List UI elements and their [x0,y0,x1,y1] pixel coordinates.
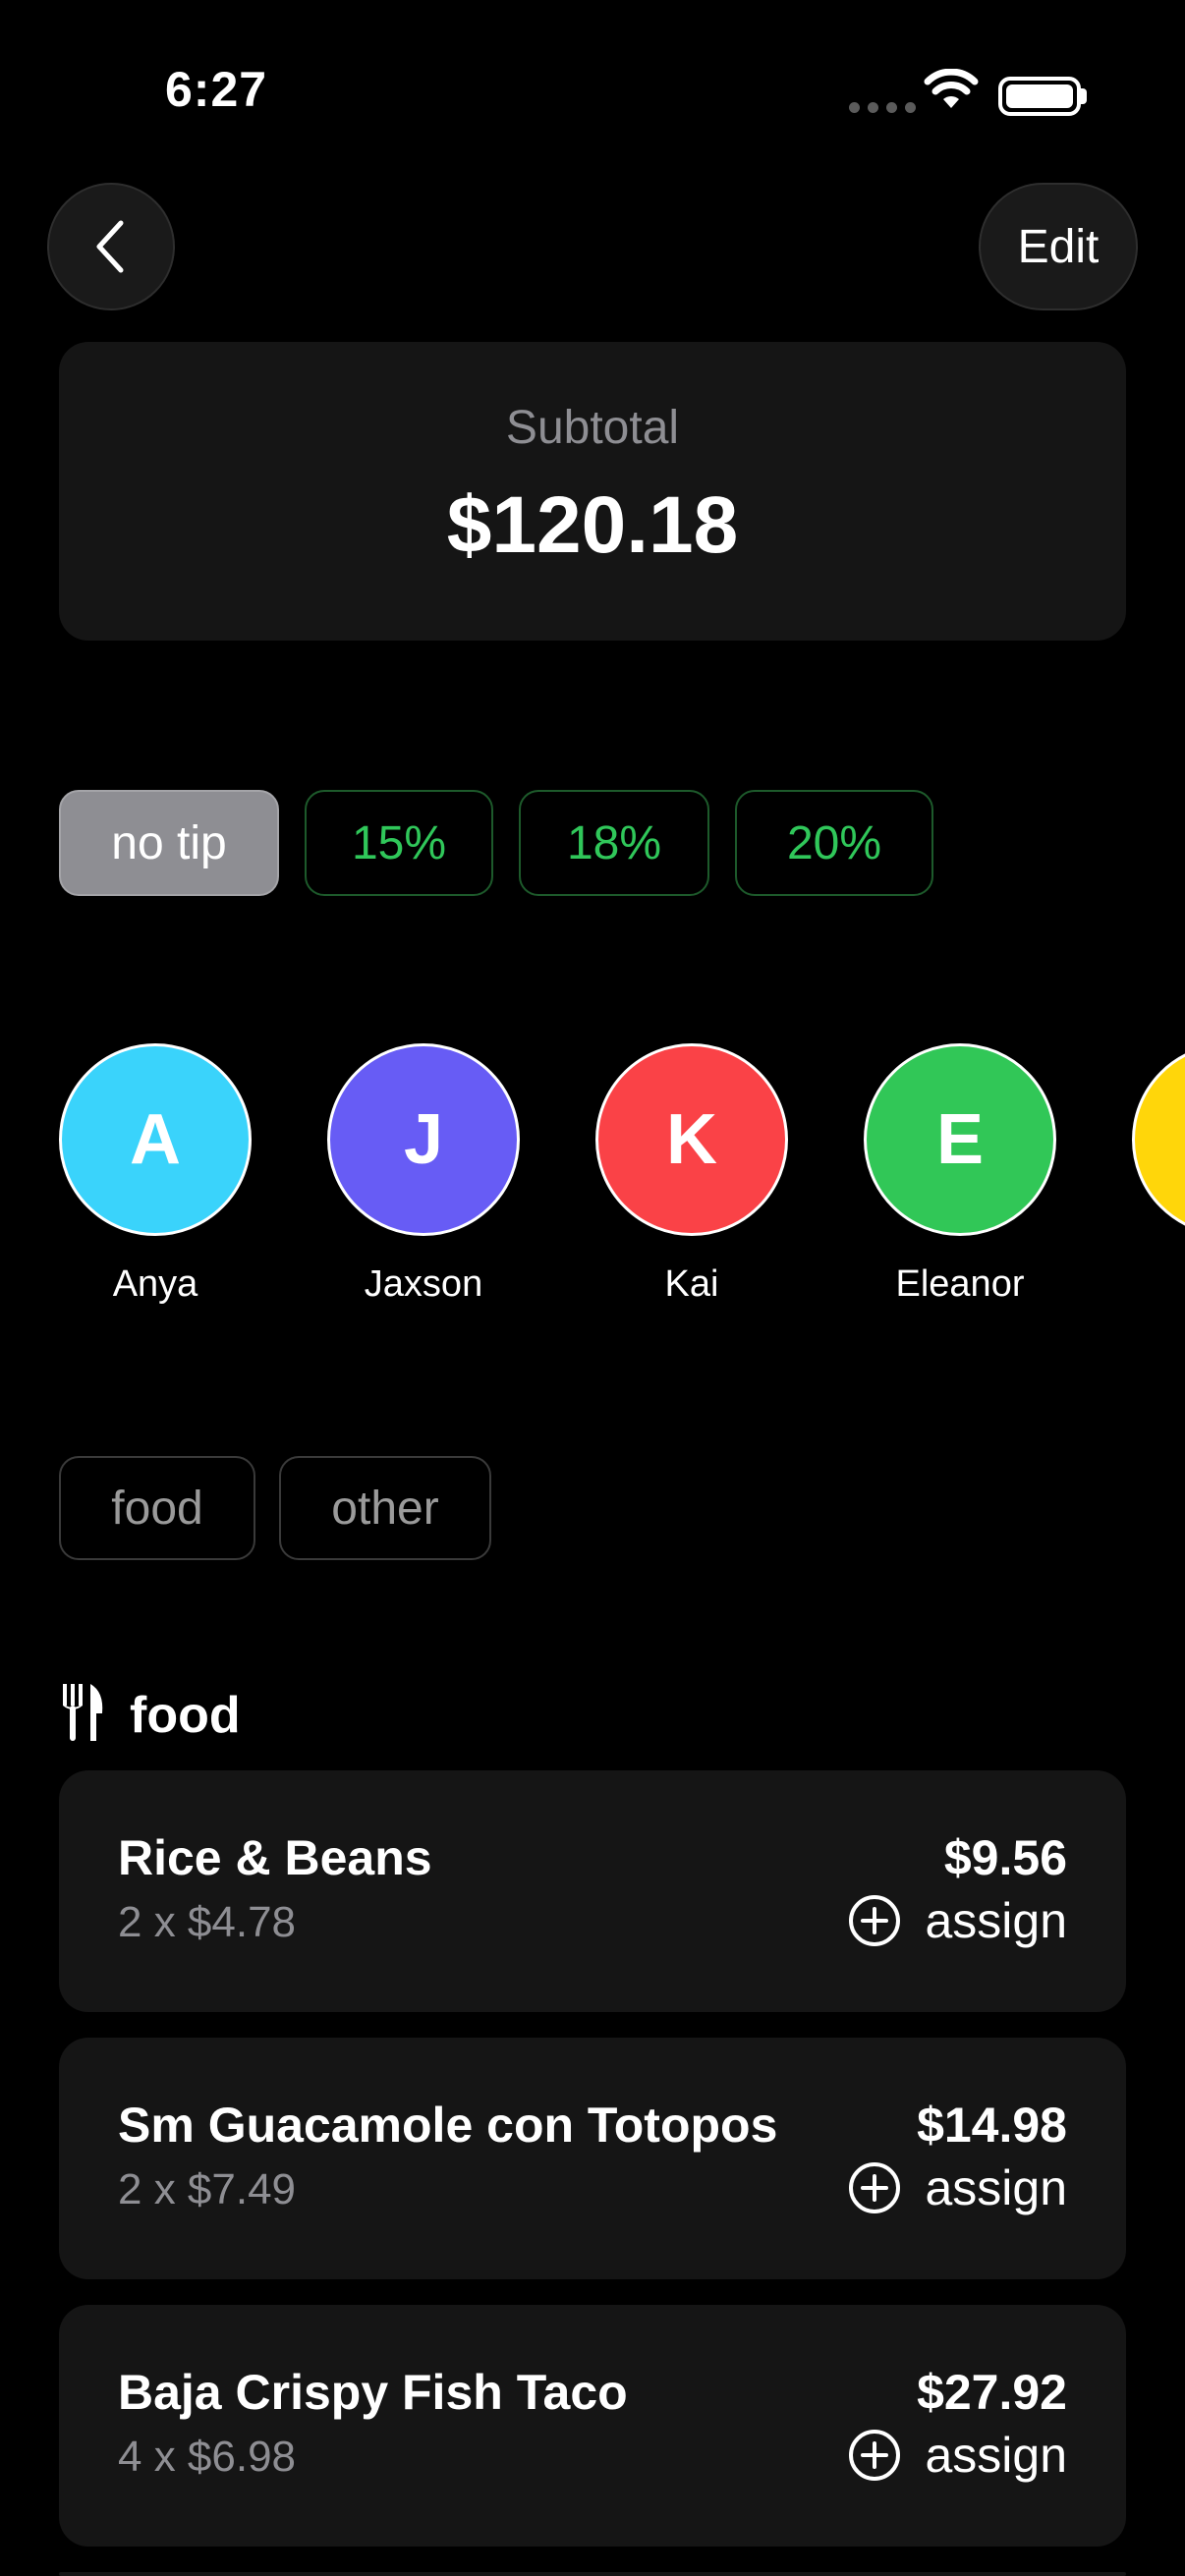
status-time: 6:27 [165,62,268,117]
list-item[interactable]: Baja Crispy Fish Taco 4 x $6.98 $27.92 a… [59,2305,1126,2547]
edit-button[interactable]: Edit [979,183,1138,310]
plus-circle-icon [849,1895,901,1946]
assign-button[interactable]: assign [848,2427,1067,2484]
list-item[interactable]: Sm Guacamole con Totopos 2 x $7.49 $14.9… [59,2038,1126,2279]
person-name: Jaxson [364,1263,483,1305]
plus-circle-icon [849,2162,901,2213]
tip-20[interactable]: 20% [735,790,933,896]
tip-18[interactable]: 18% [519,790,709,896]
tip-15[interactable]: 15% [305,790,493,896]
avatar: J [327,1043,520,1236]
cellular-signal-icon [849,102,916,113]
back-button[interactable] [47,183,175,310]
battery-icon [998,77,1081,116]
item-quantity: 4 x $6.98 [118,2433,297,2481]
item-quantity: 2 x $7.49 [118,2165,297,2213]
assign-button[interactable]: assign [848,1892,1067,1949]
person-eleanor[interactable]: E [864,1043,1056,1236]
person-jaxson[interactable]: J [327,1043,520,1236]
person-name: Kai [664,1263,719,1305]
item-price: $9.56 [943,1830,1067,1885]
person-anya[interactable]: A [59,1043,252,1236]
subtotal-card: Subtotal $120.18 [59,342,1126,641]
person-name: Eleanor [895,1263,1025,1305]
item-price: $27.92 [917,2365,1067,2420]
person-name: Anya [112,1263,198,1305]
item-price: $14.98 [917,2098,1067,2153]
section-title: food [130,1687,241,1744]
item-name: Rice & Beans [118,1830,432,1885]
filter-chip-food[interactable]: food [59,1456,255,1560]
battery-tip [1081,88,1087,104]
assign-label: assign [925,2160,1067,2215]
assign-button[interactable]: assign [848,2159,1067,2216]
avatar: K [595,1043,788,1236]
avatar: E [864,1043,1056,1236]
tip-no-tip[interactable]: no tip [59,790,279,896]
subtotal-value: $120.18 [446,480,739,570]
wifi-icon [924,68,979,117]
chevron-left-icon [96,220,124,273]
item-name: Baja Crispy Fish Taco [118,2365,628,2420]
avatar [1132,1043,1185,1236]
fork-knife-icon [61,1682,106,1748]
item-quantity: 2 x $4.78 [118,1898,297,1946]
person-partial[interactable] [1132,1043,1185,1236]
assign-label: assign [925,1893,1067,1948]
list-item-partial[interactable] [59,2572,1126,2576]
assign-label: assign [925,2428,1067,2483]
avatar: A [59,1043,252,1236]
item-name: Sm Guacamole con Totopos [118,2098,778,2153]
list-item[interactable]: Rice & Beans 2 x $4.78 $9.56 assign [59,1770,1126,2012]
plus-circle-icon [849,2430,901,2481]
person-kai[interactable]: K [595,1043,788,1236]
subtotal-label: Subtotal [505,402,680,454]
filter-chip-other[interactable]: other [279,1456,491,1560]
